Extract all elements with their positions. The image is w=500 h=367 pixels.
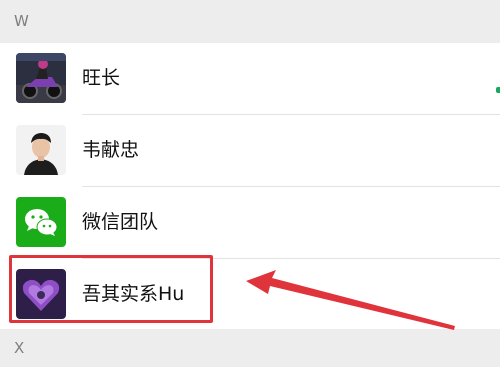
annotation-arrow-icon xyxy=(246,270,455,330)
